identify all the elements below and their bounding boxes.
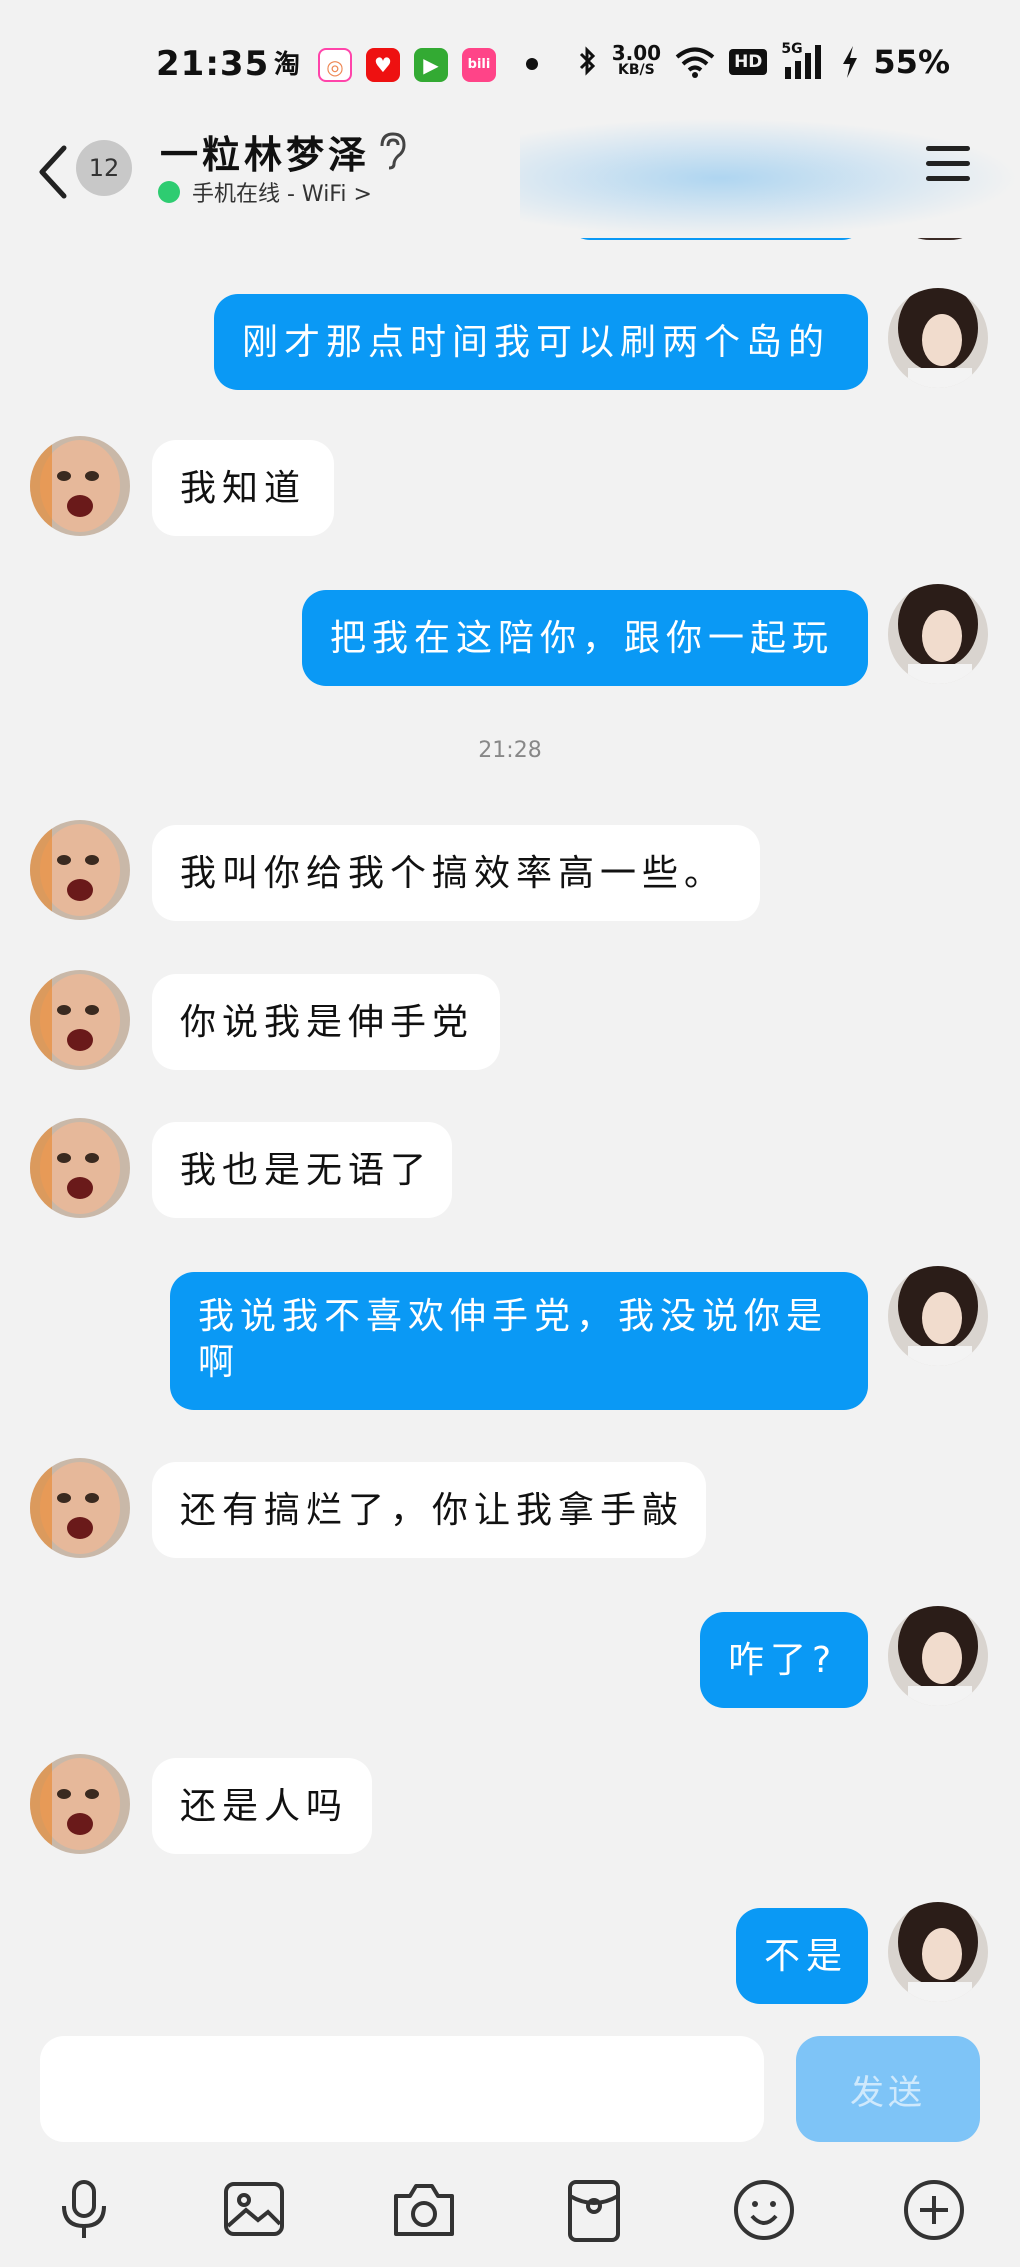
message-bubble-outgoing[interactable]: 我说我不喜欢伸手党，我没说你是 啊 xyxy=(170,1272,868,1410)
composer-bar: 发送 xyxy=(0,2020,1020,2267)
message-text: 我知道 xyxy=(180,468,307,509)
message-bubble-incoming[interactable]: 还是人吗 xyxy=(152,1758,372,1854)
message-input[interactable] xyxy=(40,2036,764,2142)
contact-avatar[interactable] xyxy=(30,970,130,1070)
message-text: 还是人吗 xyxy=(180,1786,349,1827)
message-text: 你说我是伸手党 xyxy=(180,1002,475,1043)
message-text: 我说我不喜欢伸手党，我没说你是 xyxy=(198,1296,829,1337)
contact-avatar[interactable] xyxy=(30,820,130,920)
camera-icon[interactable] xyxy=(388,2174,460,2246)
contact-avatar[interactable] xyxy=(30,1754,130,1854)
my-avatar[interactable] xyxy=(888,584,988,684)
back-icon[interactable] xyxy=(34,142,74,202)
ear-icon[interactable] xyxy=(374,130,408,170)
online-status-text: 手机在线 - WiFi > xyxy=(192,182,372,207)
contact-avatar[interactable] xyxy=(30,436,130,536)
plus-icon[interactable] xyxy=(898,2174,970,2246)
red-packet-icon[interactable] xyxy=(558,2174,630,2246)
message-bubble-incoming[interactable]: 我也是无语了 xyxy=(152,1122,452,1218)
message-bubble-incoming[interactable]: 我知道 xyxy=(152,440,335,536)
contact-avatar[interactable] xyxy=(30,1118,130,1218)
mic-icon[interactable] xyxy=(48,2174,120,2246)
online-status-row[interactable]: 手机在线 - WiFi > xyxy=(158,176,372,208)
message-bubble-outgoing[interactable]: 刚才那点时间我可以刷两个岛的 xyxy=(214,294,868,390)
image-icon[interactable] xyxy=(218,2174,290,2246)
my-avatar[interactable] xyxy=(888,1606,988,1706)
unread-count-badge[interactable]: 12 xyxy=(76,140,132,196)
message-text: 我叫你给我个搞效率高一些。 xyxy=(180,853,727,894)
message-bubble-incoming[interactable]: 还有搞烂了，你让我拿手敲 xyxy=(152,1462,706,1558)
my-avatar[interactable] xyxy=(888,1266,988,1366)
message-text: 啊 xyxy=(198,1342,241,1383)
message-bubble-outgoing[interactable]: 咋了? xyxy=(700,1612,868,1708)
message-timestamp: 21:28 xyxy=(478,738,542,763)
send-button[interactable]: 发送 xyxy=(796,2036,980,2142)
online-dot xyxy=(158,181,180,203)
message-bubble-incoming[interactable]: 我叫你给我个搞效率高一些。 xyxy=(152,825,760,921)
message-text: 我也是无语了 xyxy=(180,1150,433,1191)
emoji-icon[interactable] xyxy=(728,2174,800,2246)
message-bubble-outgoing[interactable]: 不是 xyxy=(736,1908,868,2004)
message-text: 咋了? xyxy=(728,1640,838,1681)
my-avatar[interactable] xyxy=(888,288,988,388)
chat-area[interactable]: 刚才那点时间我可以刷两个岛的 我知道 把我在这陪你，跟你一起玩 21:28 我叫… xyxy=(0,0,1020,2020)
message-bubble-incoming[interactable]: 你说我是伸手党 xyxy=(152,974,500,1070)
message-text: 把我在这陪你，跟你一起玩 xyxy=(330,618,835,659)
message-text: 不是 xyxy=(764,1936,849,1977)
my-avatar[interactable] xyxy=(888,1902,988,2002)
menu-icon[interactable] xyxy=(926,146,970,190)
contact-avatar[interactable] xyxy=(30,1458,130,1558)
message-bubble-outgoing[interactable]: 把我在这陪你，跟你一起玩 xyxy=(302,590,868,686)
contact-name[interactable]: 一粒林梦泽 xyxy=(160,124,370,179)
message-text: 还有搞烂了，你让我拿手敲 xyxy=(180,1490,685,1531)
message-text: 刚才那点时间我可以刷两个岛的 xyxy=(242,322,831,363)
